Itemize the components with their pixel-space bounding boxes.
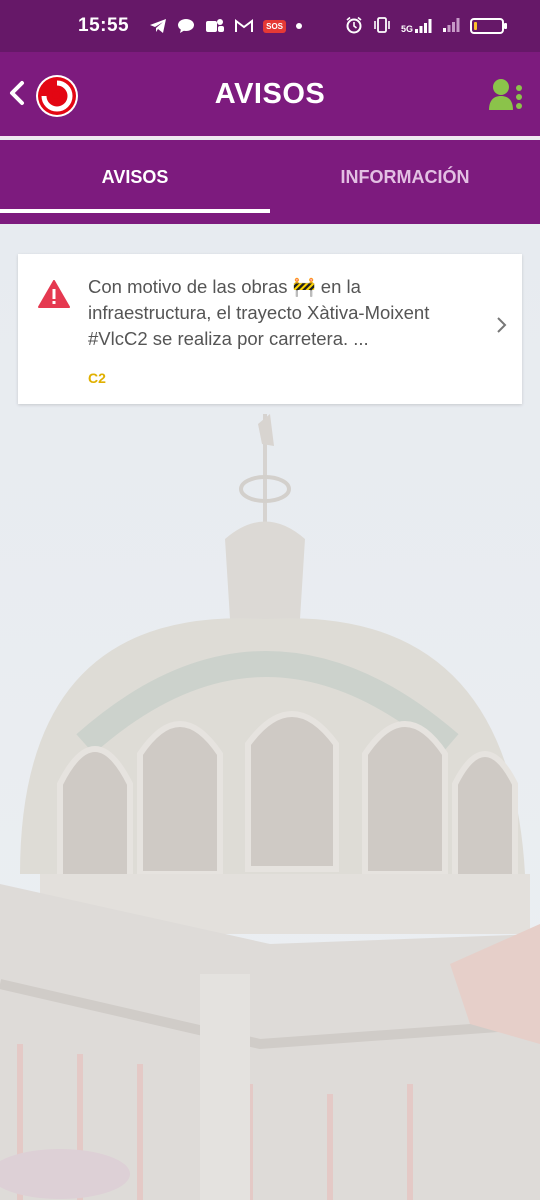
tab-informacion[interactable]: INFORMACIÓN	[270, 140, 540, 224]
alert-message-line: infraestructura, el trayecto Xàtiva-Moix…	[88, 302, 430, 323]
page-title: AVISOS	[214, 78, 326, 110]
alert-message-line: #VlcC2 se realiza por carretera. ...	[88, 328, 369, 349]
battery-level	[474, 22, 477, 30]
line-tag: C2	[88, 370, 106, 386]
chat-icon	[177, 18, 195, 34]
battery-icon	[470, 18, 507, 34]
alert-card[interactable]: Con motivo de las obras 🚧 en la infraest…	[18, 254, 522, 404]
warning-icon	[38, 280, 70, 308]
status-time: 15:55	[78, 15, 130, 36]
system-icons: 5G	[345, 16, 507, 37]
alert-message-line: Con motivo de las obras 🚧 en la	[88, 276, 361, 297]
gmail-icon	[235, 19, 254, 33]
vibrate-icon	[373, 16, 391, 36]
signal-icon: 5G	[401, 18, 432, 34]
status-bar: 15:55 SOS 5G	[0, 0, 540, 52]
more-notifications-icon	[296, 23, 303, 29]
alarm-icon	[345, 16, 363, 37]
teams-icon	[205, 18, 225, 34]
alert-message: Con motivo de las obras 🚧 en la infraest…	[88, 274, 488, 352]
network-type: 5G	[400, 24, 413, 34]
chevron-right-icon	[497, 317, 507, 333]
active-tab-indicator	[0, 209, 270, 213]
notification-icons: SOS	[149, 18, 303, 34]
signal-2-icon	[442, 17, 460, 36]
user-settings-icon[interactable]	[488, 76, 526, 114]
telegram-icon	[149, 18, 167, 34]
app-bar: AVISOS	[0, 52, 540, 138]
sos-icon: SOS	[263, 19, 287, 33]
